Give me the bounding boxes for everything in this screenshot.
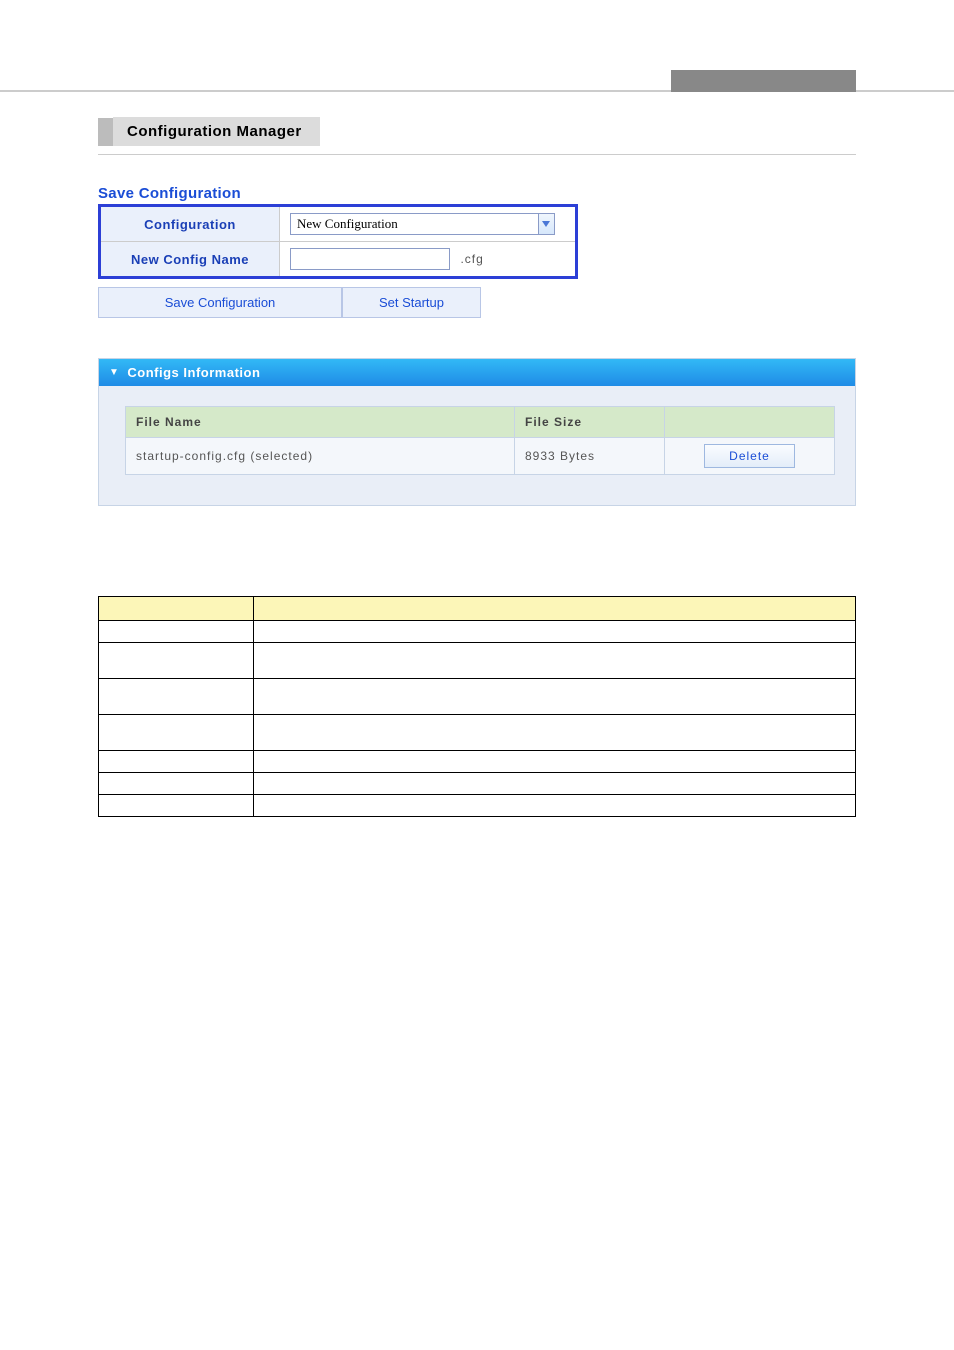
desc-header-right	[254, 597, 856, 621]
cfg-suffix: .cfg	[460, 252, 483, 266]
title-accent	[98, 118, 113, 146]
table-header-row: File Name File Size	[126, 407, 835, 438]
col-file-size: File Size	[515, 407, 665, 438]
delete-button[interactable]: Delete	[704, 444, 795, 468]
description-table	[98, 596, 856, 817]
cell-file-size: 8933 Bytes	[515, 438, 665, 475]
page-title: Configuration Manager	[113, 117, 320, 146]
set-startup-button[interactable]: Set Startup	[342, 287, 481, 318]
new-config-name-field: .cfg	[280, 242, 577, 278]
save-config-table: Configuration New Configuration New Conf…	[98, 204, 578, 279]
chevron-down-icon	[538, 214, 554, 234]
configuration-select[interactable]: New Configuration	[290, 213, 555, 235]
save-configuration-button[interactable]: Save Configuration	[98, 287, 342, 318]
save-config-section-title: Save Configuration	[98, 185, 856, 202]
configuration-select-value: New Configuration	[291, 214, 538, 234]
cell-file-name: startup-config.cfg (selected)	[126, 438, 515, 475]
configs-info-header[interactable]: ▼ Configs Information	[99, 359, 855, 386]
configs-info-panel: ▼ Configs Information File Name File Siz…	[98, 358, 856, 506]
title-underline	[98, 154, 856, 155]
top-divider	[0, 80, 954, 92]
new-config-name-input[interactable]	[290, 248, 450, 270]
configuration-field: New Configuration	[280, 206, 577, 242]
new-config-name-label: New Config Name	[100, 242, 280, 278]
table-row: startup-config.cfg (selected) 8933 Bytes…	[126, 438, 835, 475]
col-file-name: File Name	[126, 407, 515, 438]
caret-down-icon: ▼	[109, 367, 119, 378]
configs-info-header-text: Configs Information	[127, 365, 260, 380]
cell-action: Delete	[665, 438, 835, 475]
desc-header-left	[99, 597, 254, 621]
configs-info-table: File Name File Size startup-config.cfg (…	[125, 406, 835, 475]
button-row: Save Configuration Set Startup	[98, 287, 856, 318]
page-title-bar: Configuration Manager	[98, 117, 320, 146]
top-gray-block	[671, 70, 856, 92]
configuration-label: Configuration	[100, 206, 280, 242]
content-area: Configuration Manager Save Configuration…	[0, 92, 954, 546]
configs-info-body: File Name File Size startup-config.cfg (…	[99, 386, 855, 505]
col-actions	[665, 407, 835, 438]
